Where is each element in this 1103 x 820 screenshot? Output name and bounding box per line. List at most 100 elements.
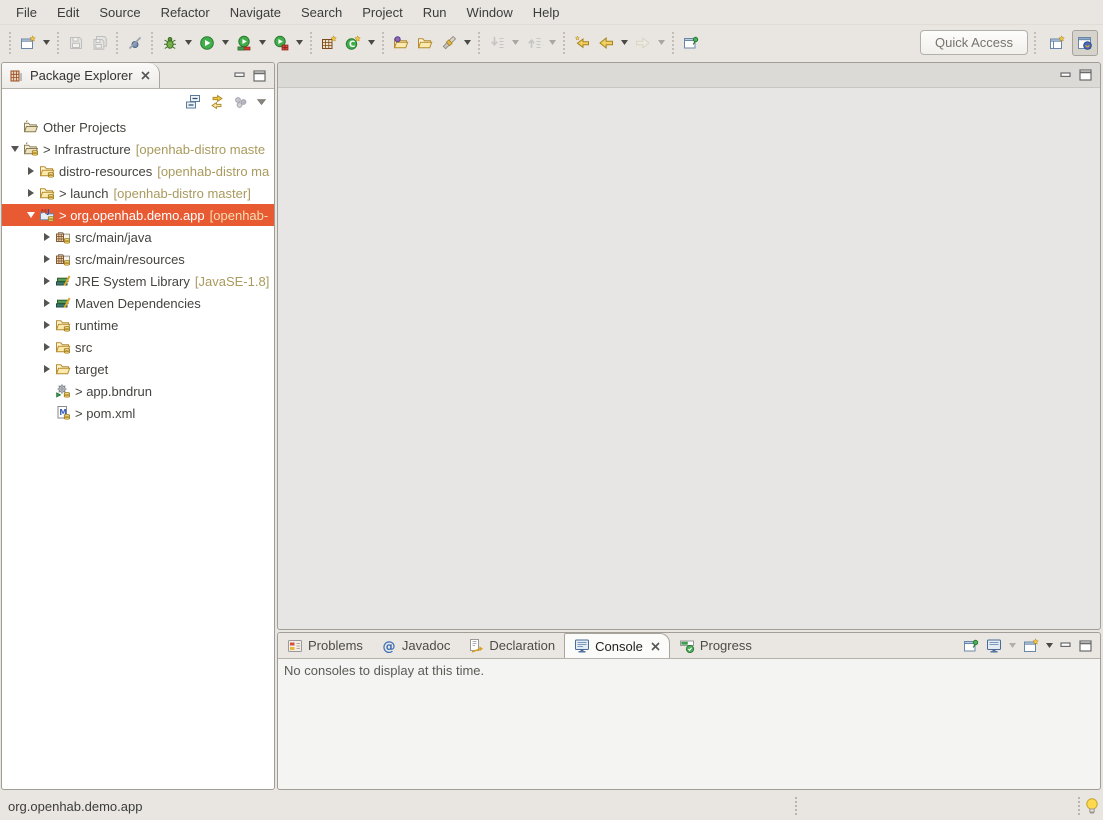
dropdown-arrow-icon[interactable] [655,30,668,56]
new-java-project-icon[interactable] [317,30,341,56]
dropdown-arrow-icon[interactable] [509,30,522,56]
tree-expander-icon[interactable] [40,292,54,314]
search-icon[interactable] [437,30,461,56]
tree-expander-icon[interactable] [40,358,54,380]
tab-console[interactable]: Console [564,633,670,658]
last-edit-location-icon[interactable] [570,30,594,56]
maximize-icon[interactable] [253,70,266,82]
java-perspective-icon[interactable] [1072,30,1098,56]
tree-expander-icon[interactable] [40,336,54,358]
tree-item-jresystemlibrary[interactable]: JRE System Library[JavaSE-1.8] [2,270,274,292]
tree-item-target[interactable]: target [2,358,274,380]
pin-console-icon[interactable] [963,638,979,654]
dropdown-arrow-icon[interactable] [182,30,195,56]
next-annotation-icon[interactable] [485,30,509,56]
maximize-icon[interactable] [1079,69,1092,81]
menu-item-window[interactable]: Window [457,3,523,22]
tree-expander-icon[interactable] [40,270,54,292]
dropdown-arrow-icon[interactable] [293,30,306,56]
tree-expander-icon[interactable] [8,138,22,160]
tree-item-pom.xml[interactable]: M> pom.xml [2,402,274,424]
dropdown-arrow-icon[interactable] [219,30,232,56]
menu-item-help[interactable]: Help [523,3,570,22]
menu-item-run[interactable]: Run [413,3,457,22]
profile-icon[interactable] [269,30,293,56]
toolbar-separator [672,32,674,54]
tab-problems[interactable]: Problems [278,633,372,658]
tree-expander-icon[interactable] [24,204,38,226]
tree-item-org.openhab.demo.app[interactable]: MJ> org.openhab.demo.app[openhab- [2,204,274,226]
tree-expander-icon[interactable] [24,182,38,204]
dropdown-arrow-icon[interactable] [40,30,53,56]
statusbar-grip[interactable] [795,797,798,815]
menu-item-edit[interactable]: Edit [47,3,89,22]
dropdown-arrow-icon[interactable] [546,30,559,56]
menu-item-project[interactable]: Project [352,3,412,22]
close-icon[interactable] [141,71,150,80]
menu-item-source[interactable]: Source [89,3,150,22]
maximize-icon[interactable] [1079,640,1092,652]
statusbar-grip[interactable] [1078,797,1081,815]
previous-annotation-icon[interactable] [522,30,546,56]
tree-item-src/main/resources[interactable]: src/main/resources [2,248,274,270]
forward-icon[interactable] [631,30,655,56]
menu-item-search[interactable]: Search [291,3,352,22]
dropdown-arrow-icon[interactable] [1009,643,1016,648]
tree-item-otherprojects[interactable]: Other Projects [2,116,274,138]
minimize-icon[interactable] [234,70,246,81]
tree-expander-icon[interactable] [40,314,54,336]
minimize-icon[interactable] [1060,70,1072,81]
save-icon[interactable] [64,30,88,56]
tree-item-src[interactable]: src [2,336,274,358]
lightbulb-icon[interactable] [1085,796,1099,816]
link-with-editor-icon[interactable] [209,94,225,110]
tree-expander-icon[interactable] [40,226,54,248]
open-perspective-icon[interactable] [1044,30,1070,56]
tab-declaration[interactable]: Declaration [459,633,564,658]
tree-item-mavendependencies[interactable]: Maven Dependencies [2,292,274,314]
tab-package-explorer[interactable]: Package Explorer [2,63,160,88]
tree-item-runtime[interactable]: runtime [2,314,274,336]
tree-item-launch[interactable]: > launch[openhab-distro master] [2,182,274,204]
display-console-icon[interactable] [986,638,1002,654]
debug-icon[interactable] [158,30,182,56]
skip-breakpoints-icon[interactable] [123,30,147,56]
toolbar-separator [1034,32,1036,54]
tree-expander-icon[interactable] [24,160,38,182]
dropdown-arrow-icon[interactable] [618,30,631,56]
coverage-icon[interactable] [232,30,256,56]
open-console-icon[interactable] [1023,638,1039,654]
tree-item-infrastructure[interactable]: > Infrastructure[openhab-distro maste [2,138,274,160]
save-all-icon[interactable] [88,30,112,56]
quick-access-button[interactable]: Quick Access [920,30,1028,55]
tree-item-label: > app.bndrun [75,384,152,399]
tree-item-app.bndrun[interactable]: > app.bndrun [2,380,274,402]
menu-item-refactor[interactable]: Refactor [151,3,220,22]
pom-icon: M [54,405,71,421]
tree-expander-icon[interactable] [40,248,54,270]
menu-item-file[interactable]: File [6,3,47,22]
open-resource-icon[interactable] [413,30,437,56]
dropdown-arrow-icon[interactable] [256,30,269,56]
menu-item-navigate[interactable]: Navigate [220,3,291,22]
close-icon[interactable] [651,642,660,651]
tab-javadoc[interactable]: @Javadoc [372,633,459,658]
new-class-icon[interactable]: C [341,30,365,56]
back-icon[interactable] [594,30,618,56]
run-icon[interactable] [195,30,219,56]
tree-item-distro-resources[interactable]: distro-resources[openhab-distro ma [2,160,274,182]
new-wizard-icon[interactable] [16,30,40,56]
minimize-icon[interactable] [1060,640,1072,651]
pin-editor-icon[interactable] [679,30,703,56]
tree-item-label: Other Projects [43,120,126,135]
focus-icon[interactable] [233,94,249,110]
open-task-icon[interactable] [389,30,413,56]
dropdown-arrow-icon[interactable] [365,30,378,56]
toolbar-separator [9,32,11,54]
tab-progress[interactable]: Progress [670,633,761,658]
collapse-all-icon[interactable] [185,94,201,110]
dropdown-arrow-icon[interactable] [1046,643,1053,648]
dropdown-arrow-icon[interactable] [461,30,474,56]
view-menu-icon[interactable] [257,99,266,105]
tree-item-src/main/java[interactable]: src/main/java [2,226,274,248]
